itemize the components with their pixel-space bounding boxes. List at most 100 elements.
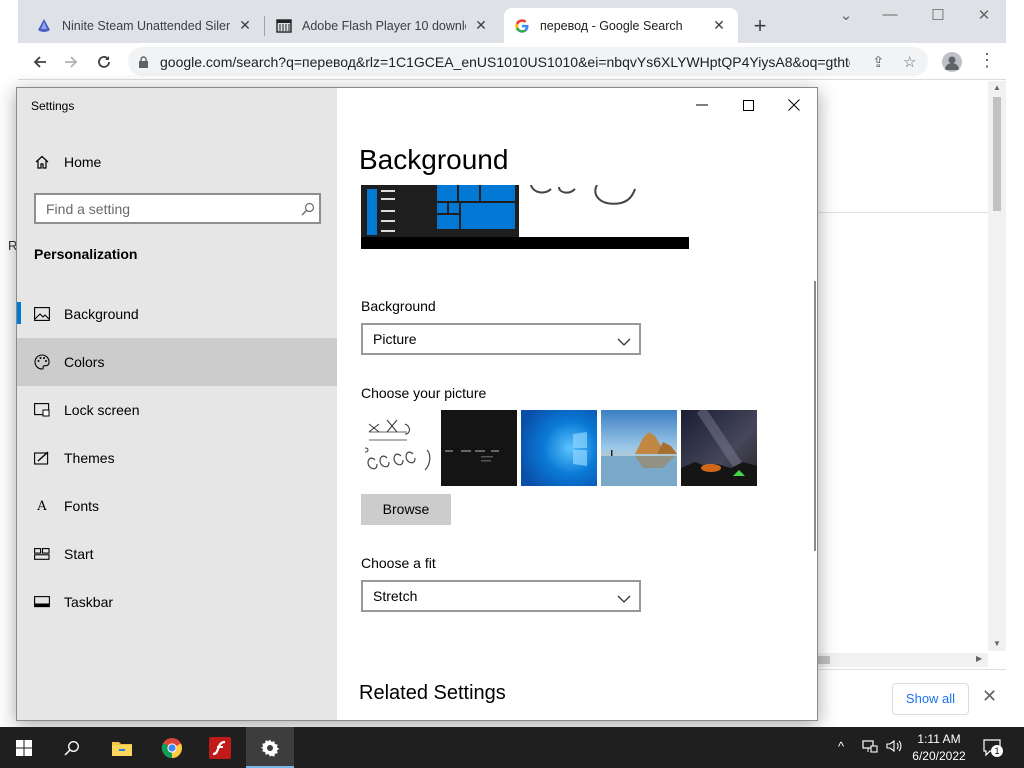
- settings-content: Background Background Picture Choose you…: [337, 88, 817, 720]
- chrome-taskbar-button[interactable]: [148, 727, 196, 768]
- tab-separator: [264, 16, 265, 36]
- sidebar-item-home[interactable]: Home: [17, 146, 337, 178]
- volume-icon[interactable]: [886, 738, 902, 757]
- file-explorer-button[interactable]: [98, 727, 146, 768]
- sidebar-item-label: Colors: [64, 354, 105, 370]
- flash-taskbar-button[interactable]: [196, 727, 244, 768]
- clock-date: 6/20/2022: [912, 749, 966, 763]
- fit-dropdown[interactable]: Stretch: [361, 580, 641, 612]
- share-icon[interactable]: ⇪: [872, 53, 885, 71]
- sidebar-item-lock-screen[interactable]: Lock screen: [17, 386, 337, 434]
- picture-thumbnail-dark[interactable]: [441, 410, 517, 486]
- download-bar: Show all ✕: [818, 669, 1006, 727]
- browser-toolbar: google.com/search?q=перевод&rlz=1C1GCEA_…: [18, 43, 1006, 80]
- related-settings-heading: Related Settings: [359, 682, 506, 704]
- background-label: Background: [361, 298, 436, 314]
- taskbar-icon: [33, 593, 51, 611]
- tab-adobe-flash[interactable]: Adobe Flash Player 10 download ✕: [266, 8, 500, 43]
- vertical-scrollbar[interactable]: ▲ ▼: [988, 81, 1006, 651]
- divider: [818, 212, 988, 213]
- google-icon: [514, 18, 530, 34]
- search-icon: [301, 202, 315, 216]
- sidebar-item-taskbar[interactable]: Taskbar: [17, 578, 337, 626]
- tab-search-icon[interactable]: ⌄: [836, 6, 856, 24]
- sidebar-item-background[interactable]: Background: [17, 290, 337, 338]
- choose-picture-label: Choose your picture: [361, 385, 487, 401]
- dropdown-value: Stretch: [373, 588, 418, 604]
- background-type-dropdown[interactable]: Picture: [361, 323, 641, 355]
- picture-icon: [33, 305, 51, 323]
- url-text: google.com/search?q=перевод&rlz=1C1GCEA_…: [160, 54, 850, 70]
- close-icon[interactable]: ✕: [236, 17, 254, 34]
- sidebar-item-label: Taskbar: [64, 594, 114, 610]
- close-icon[interactable]: ✕: [982, 686, 997, 707]
- scrollbar-thumb[interactable]: [993, 97, 1001, 211]
- browse-button[interactable]: Browse: [361, 494, 451, 525]
- close-icon[interactable]: ✕: [472, 17, 490, 34]
- sidebar-item-label: Background: [64, 306, 139, 322]
- lock-icon[interactable]: [138, 55, 149, 68]
- horizontal-scrollbar[interactable]: ▶: [818, 653, 988, 667]
- themes-icon: [33, 449, 51, 467]
- picture-thumbnail-night-sky[interactable]: [681, 410, 757, 486]
- settings-sidebar: Settings Home Find a setting Personaliza…: [17, 88, 337, 720]
- tab-title: Adobe Flash Player 10 download: [302, 18, 466, 33]
- minimize-button[interactable]: [679, 94, 725, 116]
- start-button[interactable]: [0, 727, 48, 768]
- sidebar-item-fonts[interactable]: A Fonts: [17, 482, 337, 530]
- sidebar-item-colors[interactable]: Colors: [17, 338, 337, 386]
- system-clock[interactable]: 1:11 AM 6/20/2022: [904, 731, 974, 765]
- scroll-up-icon[interactable]: ▲: [993, 83, 1001, 92]
- tab-strip: Ninite Steam Unattended Silent ✕ Adobe F…: [18, 0, 1006, 43]
- close-button[interactable]: [771, 94, 817, 116]
- minimize-icon[interactable]: —: [880, 6, 900, 23]
- scrollbar-thumb[interactable]: [818, 656, 830, 664]
- picture-thumbnail-sketch[interactable]: [361, 410, 437, 486]
- home-icon: [33, 153, 51, 171]
- sidebar-item-start[interactable]: Start: [17, 530, 337, 578]
- start-icon: [33, 545, 51, 563]
- network-icon[interactable]: [862, 738, 878, 757]
- scroll-right-icon[interactable]: ▶: [976, 654, 982, 663]
- windows-logo-icon: [16, 739, 32, 756]
- kebab-menu-icon[interactable]: ⋮: [978, 50, 996, 71]
- tab-ninite[interactable]: Ninite Steam Unattended Silent ✕: [26, 8, 264, 43]
- chevron-up-icon[interactable]: ^: [838, 739, 844, 754]
- desktop-preview-image: [361, 185, 689, 249]
- home-label: Home: [64, 154, 102, 170]
- reload-button[interactable]: [93, 51, 115, 73]
- close-icon[interactable]: ✕: [710, 17, 728, 34]
- new-tab-button[interactable]: +: [748, 13, 772, 39]
- profile-avatar-icon[interactable]: [942, 52, 962, 72]
- chevron-down-icon: [617, 591, 631, 603]
- ninite-icon: [36, 18, 52, 34]
- picture-thumbnail-beach[interactable]: [601, 410, 677, 486]
- flash-icon: [209, 736, 231, 759]
- chevron-down-icon: [617, 334, 631, 346]
- folder-icon: [112, 741, 132, 756]
- tab-google-search[interactable]: перевод - Google Search ✕: [504, 8, 738, 43]
- sidebar-item-themes[interactable]: Themes: [17, 434, 337, 482]
- bookmark-star-icon[interactable]: ☆: [903, 53, 916, 71]
- maximize-button[interactable]: [725, 94, 771, 116]
- windows-taskbar: ^ 1:11 AM 6/20/2022 1: [0, 727, 1024, 768]
- scroll-down-icon[interactable]: ▼: [993, 639, 1001, 648]
- window-title: Settings: [31, 99, 75, 113]
- chrome-icon: [161, 737, 183, 758]
- back-button[interactable]: [29, 51, 51, 73]
- maximize-icon[interactable]: ☐: [928, 6, 948, 24]
- notification-center-icon[interactable]: 1: [982, 737, 1003, 757]
- close-icon[interactable]: ✕: [974, 6, 994, 24]
- palette-icon: [33, 353, 51, 371]
- address-bar[interactable]: google.com/search?q=перевод&rlz=1C1GCEA_…: [128, 47, 928, 76]
- content-scrollbar[interactable]: [814, 281, 816, 551]
- find-setting-input[interactable]: Find a setting: [34, 193, 321, 224]
- forward-button[interactable]: [60, 51, 82, 73]
- show-all-button[interactable]: Show all: [892, 683, 969, 715]
- settings-taskbar-button[interactable]: [246, 727, 294, 768]
- picture-thumbnail-windows-blue[interactable]: [521, 410, 597, 486]
- fonts-icon: A: [37, 498, 47, 514]
- tab-title: перевод - Google Search: [540, 18, 683, 33]
- sidebar-item-label: Fonts: [64, 498, 100, 514]
- search-button[interactable]: [48, 727, 96, 768]
